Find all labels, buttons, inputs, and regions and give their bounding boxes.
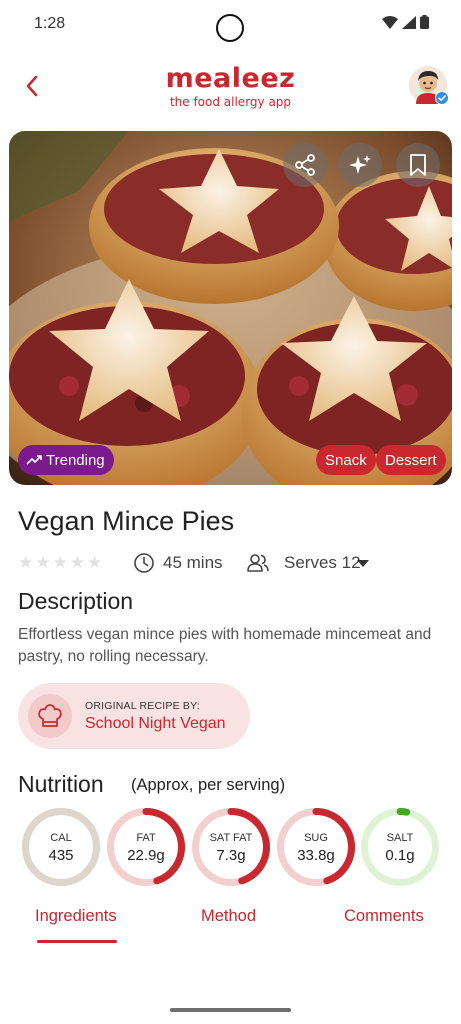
star-icon: ★ <box>35 553 51 572</box>
tab-comments[interactable]: Comments <box>344 907 424 926</box>
nutrition-ring-cal: CAL 435 <box>22 808 100 886</box>
active-tab-indicator <box>37 940 117 943</box>
trending-badge[interactable]: Trending <box>18 445 114 475</box>
wifi-icon <box>382 15 398 29</box>
logo-wordmark: mealeez <box>165 63 296 94</box>
trending-label: Trending <box>46 451 105 469</box>
share-button[interactable] <box>283 143 327 187</box>
nutrition-label: FAT <box>136 832 156 844</box>
star-rating[interactable]: ★ ★ ★ ★ ★ <box>18 553 102 573</box>
nutrition-label: SAT FAT <box>209 832 253 844</box>
logo-tagline: the food allergy app <box>169 95 292 109</box>
star-icon: ★ <box>87 553 103 572</box>
signal-icon <box>402 15 416 29</box>
nutrition-label: CAL <box>50 832 72 844</box>
star-icon: ★ <box>52 553 68 572</box>
trending-up-icon <box>26 455 42 465</box>
nutrition-subheading: (Approx, per serving) <box>131 776 286 794</box>
status-bar: 1:28 <box>0 0 461 52</box>
status-time: 1:28 <box>34 15 66 32</box>
recipe-hero-image: Trending Snack Dessert <box>9 131 452 485</box>
tag-snack[interactable]: Snack <box>316 445 376 475</box>
nutrition-value: 435 <box>48 847 74 864</box>
nutrition-value: 33.8g <box>297 847 335 864</box>
chef-hat-badge <box>28 694 72 738</box>
status-icons <box>382 15 429 29</box>
chef-hat-icon <box>38 704 62 727</box>
nutrition-value: 0.1g <box>385 847 415 864</box>
serves-selector[interactable]: Serves 12 <box>284 553 361 573</box>
description-heading: Description <box>18 588 134 614</box>
mince-pies-photo <box>9 131 452 485</box>
sparkle-icon <box>349 155 371 174</box>
nutrition-value: 22.9g <box>127 847 165 864</box>
battery-icon <box>420 15 429 29</box>
bookmark-icon <box>410 154 426 176</box>
nutrition-ring-sug: SUG 33.8g <box>277 808 355 886</box>
recipe-title: Vegan Mince Pies <box>18 506 235 536</box>
verified-badge-icon <box>435 91 449 105</box>
share-icon <box>295 154 315 176</box>
bookmark-button[interactable] <box>396 143 440 187</box>
original-recipe-label: ORIGINAL RECIPE BY: <box>85 700 200 712</box>
tag-dessert[interactable]: Dessert <box>376 445 446 475</box>
ai-sparkle-button[interactable] <box>338 143 382 187</box>
nutrition-label: SUG <box>304 832 328 844</box>
recipe-meta: ★ ★ ★ ★ ★ 45 mins Serves 12 <box>18 550 448 576</box>
tab-ingredients[interactable]: Ingredients <box>35 907 117 926</box>
nutrition-ring-fat: FAT 22.9g <box>107 808 185 886</box>
app-header: mealeez the food allergy app <box>0 58 461 116</box>
people-icon <box>247 554 269 572</box>
clock-icon <box>134 553 154 573</box>
user-avatar[interactable] <box>409 66 449 105</box>
tab-method[interactable]: Method <box>201 907 256 926</box>
original-recipe-card[interactable]: ORIGINAL RECIPE BY: School Night Vegan <box>18 683 250 749</box>
nutrition-heading: Nutrition <box>18 771 104 797</box>
star-icon: ★ <box>18 553 34 572</box>
nutrition-label: SALT <box>386 832 414 844</box>
nutrition-ring-salt: SALT 0.1g <box>361 808 439 886</box>
app-logo: mealeez the food allergy app <box>0 63 461 110</box>
caret-down-icon[interactable] <box>357 560 369 567</box>
gesture-nav-handle[interactable] <box>170 1008 291 1012</box>
original-recipe-author[interactable]: School Night Vegan <box>85 715 226 733</box>
star-icon: ★ <box>69 553 85 572</box>
camera-cutout <box>216 14 244 42</box>
cook-time: 45 mins <box>163 553 223 572</box>
nutrition-ring-sat-fat: SAT FAT 7.3g <box>192 808 270 886</box>
description-text: Effortless vegan mince pies with homemad… <box>18 626 432 665</box>
nutrition-value: 7.3g <box>216 847 246 864</box>
